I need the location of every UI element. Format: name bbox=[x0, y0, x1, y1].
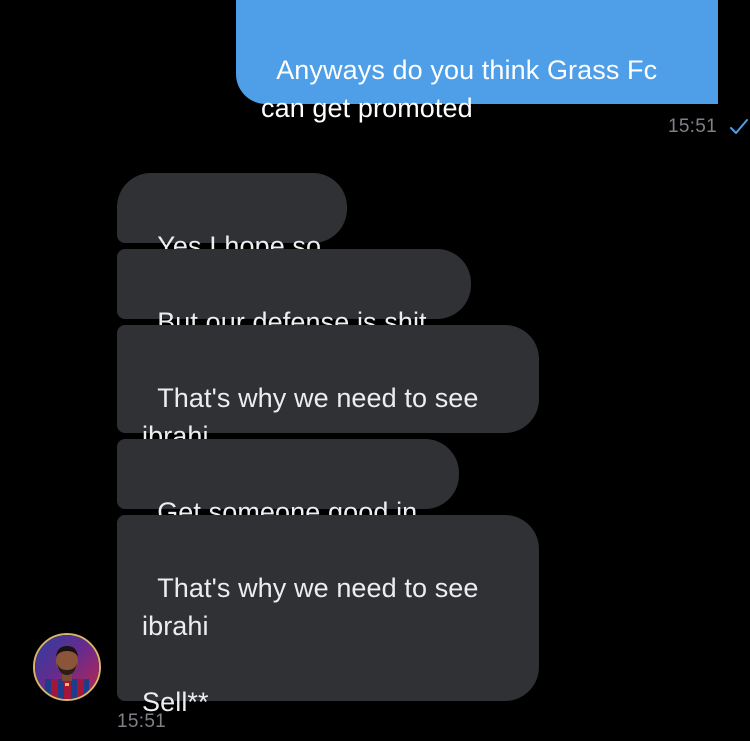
check-icon bbox=[730, 119, 748, 134]
incoming-message-bubble[interactable]: But our defense is shit bbox=[117, 249, 471, 337]
incoming-message-bubble[interactable]: That's why we need to see ibrahi bbox=[117, 325, 539, 451]
incoming-message-bubble[interactable]: Get someone good in bbox=[117, 439, 459, 527]
incoming-message-text: That's why we need to see ibrahi Sell** bbox=[142, 573, 479, 717]
incoming-timestamp: 15:51 bbox=[117, 711, 167, 732]
outgoing-message-bubble[interactable]: Anyways do you think Grass Fc can get pr… bbox=[236, 0, 718, 123]
outgoing-message-text: Anyways do you think Grass Fc can get pr… bbox=[261, 55, 658, 123]
incoming-message-bubble[interactable]: That's why we need to see ibrahi Sell** bbox=[117, 515, 539, 717]
avatar-image bbox=[35, 635, 99, 699]
contact-avatar[interactable] bbox=[33, 633, 101, 701]
outgoing-timestamp: 15:51 bbox=[667, 116, 717, 137]
incoming-message-bubble[interactable]: Yes I hope so bbox=[117, 173, 347, 261]
